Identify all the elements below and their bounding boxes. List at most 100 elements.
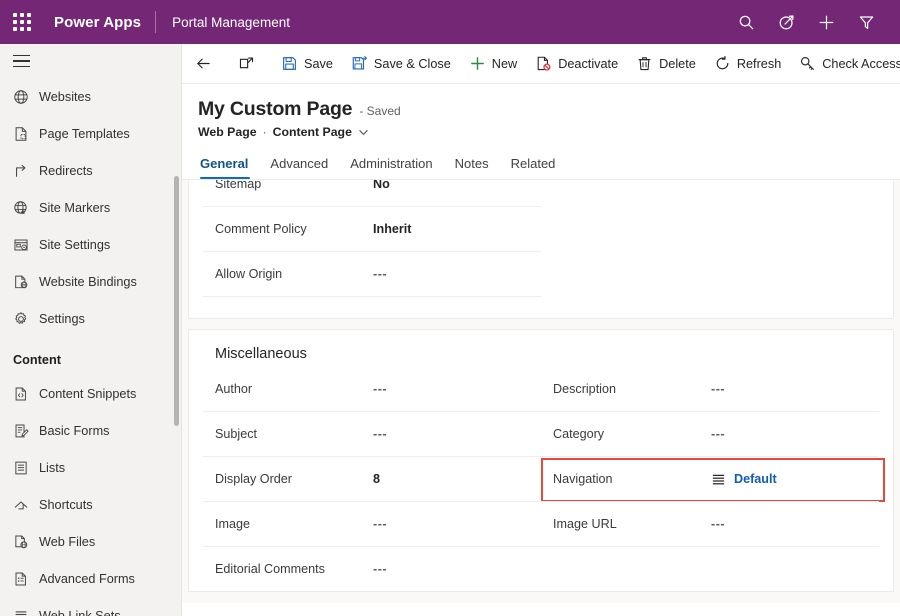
tab-notes[interactable]: Notes [444, 151, 500, 179]
tab-related[interactable]: Related [500, 151, 567, 179]
field-value[interactable]: --- [373, 562, 387, 576]
sidebar-item-label: Shortcuts [39, 498, 93, 512]
sidebar-item-site-settings[interactable]: Site Settings [0, 226, 181, 263]
sidebar-item-redirects[interactable]: Redirects [0, 152, 181, 189]
popout-button[interactable] [229, 44, 264, 84]
assistant-icon[interactable] [766, 0, 806, 44]
waffle-grid-icon[interactable] [0, 0, 44, 44]
tab-label: Related [511, 156, 556, 171]
field-row-sitemap[interactable]: Sitemap No [203, 180, 541, 206]
app-name[interactable]: Portal Management [156, 15, 290, 30]
field-row-allow-origin[interactable]: Allow Origin --- [203, 251, 541, 296]
field-value[interactable]: Inherit [373, 222, 411, 236]
field-value[interactable]: --- [711, 382, 725, 396]
breadcrumb-separator: · [263, 125, 267, 139]
field-row-navigation[interactable]: Navigation De [541, 456, 879, 501]
form-grid-misc: Author --- Subject --- Display Order 8 [203, 366, 879, 591]
field-row-comment-policy[interactable]: Comment Policy Inherit [203, 206, 541, 251]
sidebar-item-lists[interactable]: Lists [0, 449, 181, 486]
deactivate-icon [535, 55, 552, 72]
form-scroll-region[interactable]: Sitemap No Comment Policy Inherit Allow … [182, 180, 900, 603]
sidebar-item-content-snippets[interactable]: Content Snippets [0, 375, 181, 412]
field-row-spacer [203, 296, 541, 318]
save-button[interactable]: Save [272, 44, 342, 84]
save-and-close-icon [351, 55, 368, 72]
delete-label: Delete [659, 57, 696, 71]
field-row-editorial-comments[interactable]: Editorial Comments --- [203, 546, 541, 591]
sidebar-item-basic-forms[interactable]: Basic Forms [0, 412, 181, 449]
tab-general[interactable]: General [198, 151, 259, 179]
field-value[interactable]: Default [734, 472, 777, 486]
back-arrow-icon [195, 55, 212, 72]
form-column-left: Sitemap No Comment Policy Inherit Allow … [203, 180, 541, 318]
field-value[interactable]: --- [373, 427, 387, 441]
gear-icon [13, 308, 39, 330]
sidebar-item-web-link-sets[interactable]: Web Link Sets [0, 597, 181, 616]
back-button[interactable] [186, 44, 221, 84]
field-row-description[interactable]: Description --- [541, 366, 879, 411]
section-title: Miscellaneous [203, 330, 879, 366]
sidebar-item-settings[interactable]: Settings [0, 300, 181, 337]
sidebar-item-label: Site Settings [39, 238, 110, 252]
plus-icon [469, 55, 486, 72]
field-row-blank [541, 546, 879, 591]
tab-administration[interactable]: Administration [339, 151, 443, 179]
trash-icon [636, 55, 653, 72]
field-value-wrapper[interactable]: Default [711, 472, 777, 487]
chevron-down-icon[interactable] [358, 127, 369, 138]
side-navigation: Websites Page Templates Redirects [0, 44, 182, 616]
refresh-button[interactable]: Refresh [705, 44, 790, 84]
sidebar-item-label: Redirects [39, 164, 93, 178]
field-row-image[interactable]: Image --- [203, 501, 541, 546]
form-name[interactable]: Content Page [273, 125, 352, 139]
plus-icon[interactable] [806, 0, 846, 44]
hamburger-menu-icon[interactable] [0, 44, 181, 78]
product-name[interactable]: Power Apps [44, 14, 155, 31]
field-label: Category [553, 427, 711, 441]
new-label: New [492, 57, 517, 71]
save-floppy-icon [281, 55, 298, 72]
sidebar-item-page-templates[interactable]: Page Templates [0, 115, 181, 152]
globe-marker-icon [13, 197, 39, 219]
field-label: Description [553, 382, 711, 396]
field-row-author[interactable]: Author --- [203, 366, 541, 411]
main-content-area: Save Save & Close [182, 44, 900, 616]
field-value[interactable]: --- [711, 517, 725, 531]
form-column-right: Description --- Category --- Navigation [541, 366, 879, 591]
tab-label: Notes [455, 156, 489, 171]
sidebar-item-site-markers[interactable]: Site Markers [0, 189, 181, 226]
sidebar-scrollbar[interactable] [174, 176, 179, 426]
field-value[interactable]: --- [373, 382, 387, 396]
deactivate-button[interactable]: Deactivate [526, 44, 627, 84]
field-row-subject[interactable]: Subject --- [203, 411, 541, 456]
save-and-close-button[interactable]: Save & Close [342, 44, 460, 84]
field-label: Navigation [553, 472, 711, 486]
check-access-button[interactable]: Check Access [790, 44, 900, 84]
field-label: Image [215, 517, 373, 531]
sidebar-item-websites[interactable]: Websites [0, 78, 181, 115]
sidebar-item-label: Site Markers [39, 201, 110, 215]
new-button[interactable]: New [460, 44, 526, 84]
tab-advanced[interactable]: Advanced [259, 151, 339, 179]
sidebar-item-advanced-forms[interactable]: Advanced Forms [0, 560, 181, 597]
field-row-display-order[interactable]: Display Order 8 [203, 456, 541, 501]
field-row-image-url[interactable]: Image URL --- [541, 501, 879, 546]
field-value[interactable]: 8 [373, 472, 380, 486]
field-label: Sitemap [215, 180, 373, 191]
field-value[interactable]: No [373, 180, 390, 191]
save-status: - Saved [359, 104, 400, 118]
field-row-category[interactable]: Category --- [541, 411, 879, 456]
filter-icon[interactable] [846, 0, 886, 44]
popout-icon [238, 55, 255, 72]
page-template-icon [13, 123, 39, 145]
field-value[interactable]: --- [711, 427, 725, 441]
save-and-close-label: Save & Close [374, 57, 451, 71]
field-value[interactable]: --- [373, 267, 387, 281]
sidebar-item-website-bindings[interactable]: Website Bindings [0, 263, 181, 300]
search-icon[interactable] [726, 0, 766, 44]
field-value[interactable]: --- [373, 517, 387, 531]
sidebar-item-shortcuts[interactable]: Shortcuts [0, 486, 181, 523]
sidebar-item-web-files[interactable]: Web Files [0, 523, 181, 560]
check-access-label: Check Access [822, 57, 900, 71]
delete-button[interactable]: Delete [627, 44, 705, 84]
